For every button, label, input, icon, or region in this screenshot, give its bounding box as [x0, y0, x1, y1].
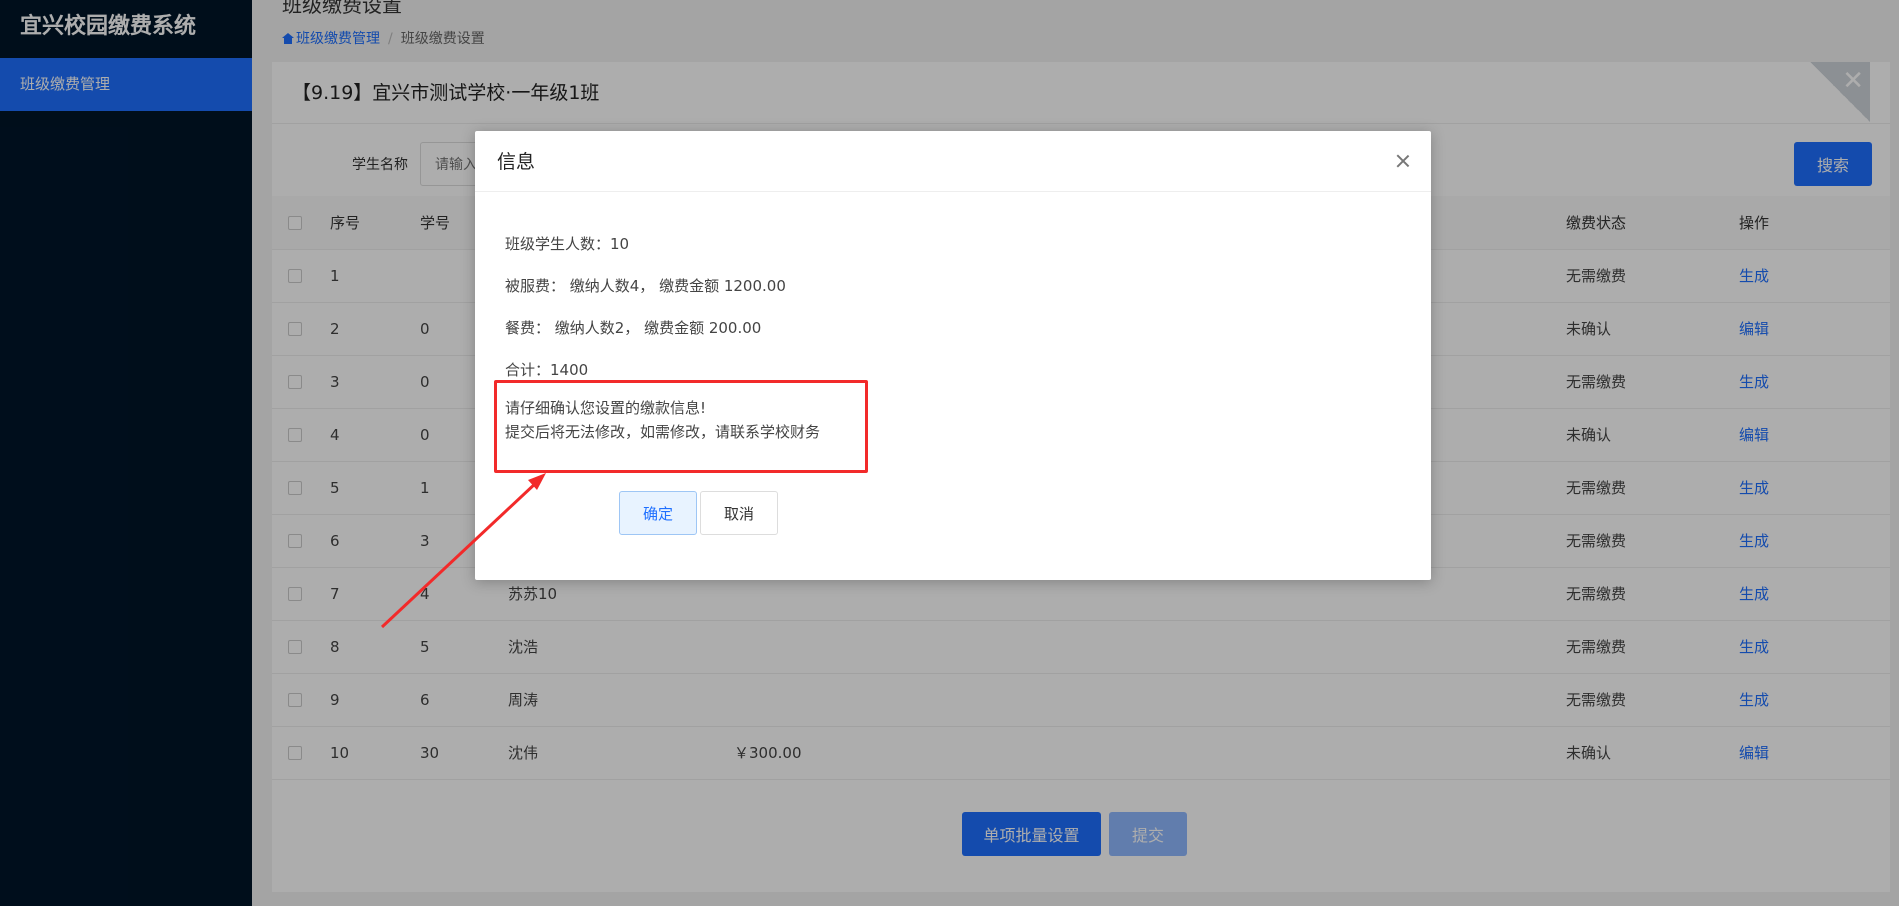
annotation-highlight-box	[494, 380, 868, 473]
close-icon[interactable]	[1393, 151, 1413, 171]
dialog-line-total: 合计：1400	[505, 361, 589, 379]
dialog-line-student-count: 班级学生人数：10	[505, 235, 630, 253]
dialog-body: 班级学生人数：10 被服费： 缴纳人数4， 缴费金额 1200.00 餐费： 缴…	[505, 233, 820, 441]
info-dialog: 信息 班级学生人数：10 被服费： 缴纳人数4， 缴费金额 1200.00 餐费…	[475, 131, 1431, 580]
confirm-button[interactable]: 确定	[619, 491, 697, 535]
dialog-line-uniform-fee: 被服费： 缴纳人数4， 缴费金额 1200.00	[505, 277, 786, 295]
dialog-line-meal-fee: 餐费： 缴纳人数2， 缴费金额 200.00	[505, 319, 762, 337]
cancel-button[interactable]: 取消	[700, 491, 778, 535]
dialog-title: 信息	[475, 131, 1431, 192]
